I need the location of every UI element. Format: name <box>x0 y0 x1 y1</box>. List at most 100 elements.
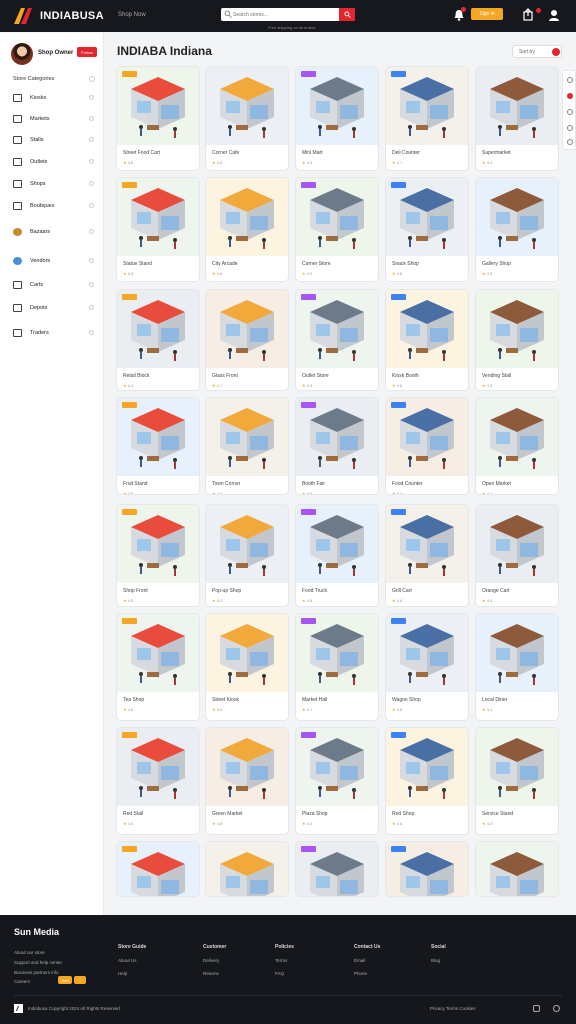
store-thumbnail[interactable] <box>206 290 288 368</box>
store-card[interactable]: Outlet Store ★ 4.3 <box>296 290 378 390</box>
store-thumbnail[interactable] <box>386 728 468 806</box>
card-title[interactable]: Grill Cart <box>392 588 412 594</box>
store-thumbnail[interactable] <box>476 67 558 145</box>
card-title[interactable]: Service Stand <box>482 811 513 817</box>
card-title[interactable]: Statue Stand <box>123 261 152 267</box>
card-title[interactable]: Local Diner <box>482 697 507 703</box>
store-thumbnail[interactable] <box>296 614 378 692</box>
store-card[interactable]: Kiosk Booth ★ 4.6 <box>386 290 468 390</box>
sidebar-item-boutiques[interactable]: Boutiques <box>0 196 104 216</box>
footer-link[interactable]: Phone <box>354 971 367 976</box>
card-title[interactable]: Deli Counter <box>392 150 420 156</box>
subscribe-button[interactable]: Join <box>58 976 72 984</box>
rail-top-icon[interactable] <box>567 139 573 145</box>
rail-history-icon[interactable] <box>567 109 573 115</box>
store-card[interactable]: Local Diner ★ 4.4 <box>476 614 558 720</box>
avatar[interactable] <box>11 43 33 65</box>
store-thumbnail[interactable] <box>386 842 468 896</box>
settings-icon[interactable] <box>553 1005 560 1012</box>
store-card[interactable]: Red Shop ★ 4.6 <box>386 728 468 834</box>
store-card[interactable]: Shop Front ★ 4.5 <box>117 505 199 606</box>
store-thumbnail[interactable] <box>296 505 378 583</box>
store-card[interactable]: Street Kiosk ★ 4.3 <box>206 614 288 720</box>
store-card[interactable]: Deli Counter ★ 4.7 <box>386 67 468 170</box>
store-thumbnail[interactable] <box>476 178 558 256</box>
card-title[interactable]: Supermarket <box>482 150 511 156</box>
card-title[interactable]: Outlet Store <box>302 373 329 379</box>
footer-link[interactable]: Returns <box>203 971 219 976</box>
store-card[interactable]: Pop-up Shop ★ 4.3 <box>206 505 288 606</box>
share-icon[interactable] <box>522 8 534 22</box>
store-thumbnail[interactable] <box>117 290 199 368</box>
store-card[interactable]: Food Counter ★ 4.2 <box>386 398 468 494</box>
sidebar-item-markets[interactable]: Markets <box>0 109 104 129</box>
card-title[interactable]: Plaza Shop <box>302 811 328 817</box>
logo-text[interactable]: INDIABUSA <box>40 10 104 22</box>
store-card[interactable]: Food Truck ★ 4.8 <box>296 505 378 606</box>
card-title[interactable]: Tea Shop <box>123 697 144 703</box>
sidebar-item-carts[interactable]: Carts <box>0 275 104 295</box>
footer-link[interactable]: Blog <box>431 958 440 963</box>
card-title[interactable]: Orange Cart <box>482 588 510 594</box>
store-thumbnail[interactable] <box>206 398 288 476</box>
user-icon[interactable] <box>548 8 560 22</box>
signin-button[interactable]: Sign in <box>471 8 503 20</box>
store-thumbnail[interactable] <box>476 728 558 806</box>
store-card[interactable]: Market Hall ★ 4.7 <box>296 614 378 720</box>
store-thumbnail[interactable] <box>117 614 199 692</box>
store-thumbnail[interactable] <box>206 178 288 256</box>
store-card[interactable]: Plaza Shop ★ 4.2 <box>296 728 378 834</box>
store-card[interactable]: Glass Front ★ 4.7 <box>206 290 288 390</box>
card-title[interactable]: Corner Cafe <box>212 150 239 156</box>
card-title[interactable]: Mini Mart <box>302 150 323 156</box>
store-thumbnail[interactable] <box>296 67 378 145</box>
store-card[interactable]: Town Corner ★ 4.4 <box>206 398 288 494</box>
store-thumbnail[interactable] <box>386 290 468 368</box>
sort-control[interactable]: Sort by <box>512 45 562 58</box>
card-title[interactable]: Retail Block <box>123 373 149 379</box>
card-title[interactable]: Green Market <box>212 811 243 817</box>
store-thumbnail[interactable] <box>476 290 558 368</box>
store-thumbnail[interactable] <box>206 728 288 806</box>
store-thumbnail[interactable] <box>296 728 378 806</box>
store-card[interactable]: Corner Cafe ★ 4.6 <box>206 67 288 170</box>
card-title[interactable]: Gallery Shop <box>482 261 511 267</box>
sidebar-item-kiosks[interactable]: Kiosks <box>0 88 104 108</box>
store-card[interactable] <box>476 842 558 896</box>
store-thumbnail[interactable] <box>117 728 199 806</box>
footer-link[interactable]: FAQ <box>275 971 284 976</box>
store-thumbnail[interactable] <box>296 290 378 368</box>
store-card[interactable]: Snack Shop ★ 4.8 <box>386 178 468 281</box>
store-card[interactable]: Statue Stand ★ 4.3 <box>117 178 199 281</box>
card-title[interactable]: Food Truck <box>302 588 327 594</box>
card-title[interactable]: Open Market <box>482 481 511 487</box>
card-title[interactable]: Street Food Cart <box>123 150 160 156</box>
card-title[interactable]: Red Shop <box>392 811 414 817</box>
store-thumbnail[interactable] <box>476 505 558 583</box>
store-card[interactable]: Supermarket ★ 4.4 <box>476 67 558 170</box>
sidebar-item-outlets[interactable]: Outlets <box>0 152 104 172</box>
store-thumbnail[interactable] <box>206 67 288 145</box>
store-card[interactable]: Booth Fair ★ 4.6 <box>296 398 378 494</box>
footer-link[interactable]: About Us <box>118 958 137 963</box>
card-title[interactable]: City Arcade <box>212 261 238 267</box>
card-title[interactable]: Pop-up Shop <box>212 588 241 594</box>
social-icon[interactable] <box>533 1005 540 1012</box>
sidebar-item-shops[interactable]: Shops <box>0 174 104 194</box>
card-title[interactable]: Town Corner <box>212 481 240 487</box>
store-thumbnail[interactable] <box>476 398 558 476</box>
sidebar-item-vendors[interactable]: Vendors <box>0 251 104 271</box>
card-title[interactable]: Food Counter <box>392 481 423 487</box>
store-thumbnail[interactable] <box>476 842 558 896</box>
footer-link[interactable]: Delivery <box>203 958 219 963</box>
store-card[interactable] <box>296 842 378 896</box>
card-title[interactable]: Wagon Shop <box>392 697 421 703</box>
follow-button[interactable]: Follow <box>77 47 97 57</box>
store-thumbnail[interactable] <box>206 505 288 583</box>
store-thumbnail[interactable] <box>386 614 468 692</box>
card-title[interactable]: Snack Shop <box>392 261 419 267</box>
store-thumbnail[interactable] <box>296 178 378 256</box>
store-card[interactable] <box>206 842 288 896</box>
store-card[interactable]: City Arcade ★ 4.6 <box>206 178 288 281</box>
store-card[interactable]: Open Market ★ 4.7 <box>476 398 558 494</box>
